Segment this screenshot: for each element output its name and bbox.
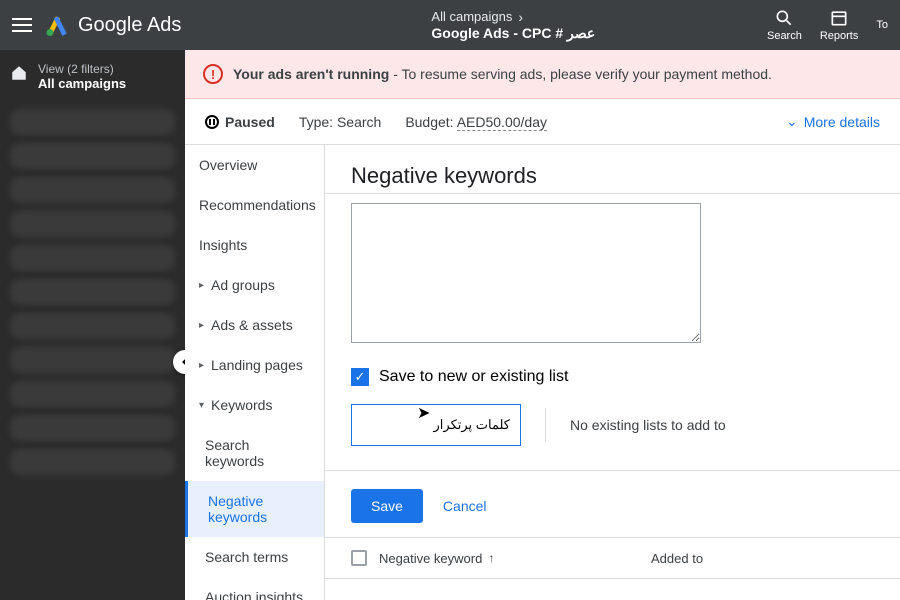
alert-strong: Your ads aren't running	[233, 66, 389, 82]
alert-rest: - To resume serving ads, please verify y…	[389, 66, 772, 82]
nav-item-search-keywords[interactable]: Search keywords	[185, 425, 324, 481]
account-item-blurred[interactable]	[10, 245, 175, 271]
collapse-panel-button[interactable]	[173, 350, 185, 374]
nav-item-insights[interactable]: Insights	[185, 225, 324, 265]
header-tools: Search Reports To	[767, 8, 888, 42]
tools-button[interactable]: To	[876, 19, 888, 31]
account-item-blurred[interactable]	[10, 449, 175, 475]
action-bar: Save Cancel	[325, 470, 900, 537]
product-name: Google Ads	[78, 14, 181, 37]
secondary-nav: Overview Recommendations Insights ▸Ad gr…	[185, 145, 325, 600]
nav-item-ads-assets[interactable]: ▸Ads & assets	[185, 305, 324, 345]
left-account-panel: View (2 filters) All campaigns	[0, 50, 185, 600]
reports-button[interactable]: Reports	[820, 8, 859, 42]
account-item-blurred[interactable]	[10, 109, 175, 135]
alert-icon: !	[203, 64, 223, 84]
budget-label: Budget:	[405, 114, 453, 130]
save-button[interactable]: Save	[351, 489, 423, 523]
type-label: Type:	[299, 114, 333, 130]
breadcrumb-campaign: Google Ads - CPC # عصر	[431, 25, 595, 42]
search-icon	[774, 8, 794, 28]
nav-item-keywords[interactable]: ▾Keywords	[185, 385, 324, 425]
view-filters-header[interactable]: View (2 filters) All campaigns	[10, 62, 175, 91]
collapse-triangle-icon: ▸	[199, 280, 207, 291]
app-header: Google Ads All campaigns › Google Ads - C…	[0, 0, 900, 50]
nav-item-recommendations[interactable]: Recommendations	[185, 185, 324, 225]
content-panel: Negative keywords ✓ Save to new or exist…	[325, 145, 900, 600]
list-name-input[interactable]	[351, 404, 521, 446]
home-icon	[10, 64, 28, 82]
collapse-triangle-icon: ▸	[199, 320, 207, 331]
no-existing-lists-message: No existing lists to add to	[570, 417, 726, 433]
account-item-blurred[interactable]	[10, 381, 175, 407]
account-item-blurred[interactable]	[10, 177, 175, 203]
view-filters-line1: View (2 filters)	[38, 62, 126, 76]
expand-triangle-icon: ▾	[199, 400, 207, 411]
product-logo[interactable]: Google Ads	[44, 12, 181, 38]
negative-keywords-textarea[interactable]	[351, 203, 701, 343]
chevron-left-icon	[178, 355, 185, 369]
more-details-label: More details	[804, 114, 880, 130]
collapse-triangle-icon: ▸	[199, 360, 207, 371]
alert-text: Your ads aren't running - To resume serv…	[233, 66, 772, 82]
column-header-added-to[interactable]: Added to	[651, 551, 874, 566]
chevron-down-icon: ⌄	[786, 113, 798, 130]
campaign-type: Type: Search	[299, 114, 382, 130]
body-columns: Overview Recommendations Insights ▸Ad gr…	[185, 145, 900, 600]
view-filters-line2: All campaigns	[38, 76, 126, 91]
mouse-cursor-icon: ➤	[417, 403, 430, 423]
nav-item-search-terms[interactable]: Search terms	[185, 537, 324, 577]
reports-label: Reports	[820, 30, 859, 42]
search-button[interactable]: Search	[767, 8, 802, 42]
google-ads-logo-icon	[44, 12, 70, 38]
column-header-negative-keyword[interactable]: Negative keyword ↑	[379, 551, 639, 566]
main-area: ! Your ads aren't running - To resume se…	[185, 50, 900, 600]
breadcrumb-root: All campaigns	[431, 9, 512, 24]
account-item-blurred[interactable]	[10, 347, 175, 373]
account-item-blurred[interactable]	[10, 143, 175, 169]
save-to-list-checkbox[interactable]: ✓	[351, 368, 369, 386]
save-to-list-row: ✓ Save to new or existing list	[351, 368, 874, 386]
nav-item-ad-groups[interactable]: ▸Ad groups	[185, 265, 324, 305]
campaign-status-row: Paused Type: Search Budget: AED50.00/day…	[185, 99, 900, 145]
campaign-budget[interactable]: Budget: AED50.00/day	[405, 114, 547, 130]
chevron-right-icon: ›	[518, 9, 523, 25]
tools-label: To	[876, 19, 888, 31]
campaign-status[interactable]: Paused	[205, 114, 275, 130]
nav-item-auction-insights[interactable]: Auction insights	[185, 577, 324, 600]
account-item-blurred[interactable]	[10, 211, 175, 237]
type-value: Search	[337, 114, 381, 130]
header-breadcrumb[interactable]: All campaigns › Google Ads - CPC # عصر	[181, 9, 767, 42]
search-label: Search	[767, 30, 802, 42]
save-to-list-label: Save to new or existing list	[379, 368, 568, 386]
nav-item-overview[interactable]: Overview	[185, 145, 324, 185]
status-paused-label: Paused	[225, 114, 275, 130]
paused-icon	[205, 115, 219, 129]
budget-value: AED50.00/day	[457, 114, 547, 131]
divider	[325, 193, 900, 194]
select-all-checkbox[interactable]	[351, 550, 367, 566]
table-header: Negative keyword ↑ Added to	[325, 537, 900, 579]
more-details-toggle[interactable]: ⌄ More details	[786, 113, 880, 130]
cancel-button[interactable]: Cancel	[443, 498, 487, 514]
hamburger-menu-icon[interactable]	[12, 14, 34, 36]
sort-ascending-icon: ↑	[488, 551, 494, 565]
vertical-divider	[545, 408, 546, 442]
reports-icon	[829, 8, 849, 28]
payment-alert-banner: ! Your ads aren't running - To resume se…	[185, 50, 900, 99]
nav-item-landing-pages[interactable]: ▸Landing pages	[185, 345, 324, 385]
account-item-blurred[interactable]	[10, 415, 175, 441]
page-title: Negative keywords	[351, 163, 874, 189]
account-item-blurred[interactable]	[10, 313, 175, 339]
nav-item-negative-keywords[interactable]: Negative keywords	[185, 481, 324, 537]
account-item-blurred[interactable]	[10, 279, 175, 305]
